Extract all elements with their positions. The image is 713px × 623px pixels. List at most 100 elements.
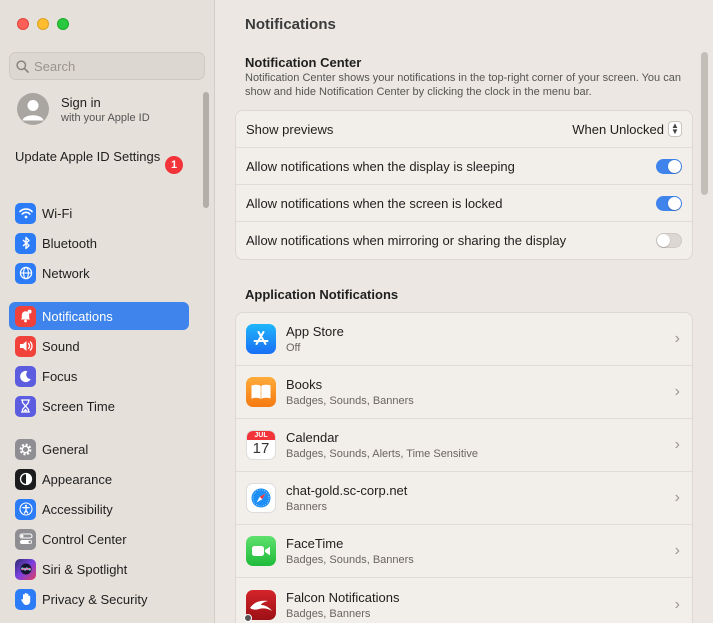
books-icon	[246, 377, 276, 407]
sidebar-item-focus[interactable]: Focus	[9, 362, 189, 390]
screen-locked-row: Allow notifications when the screen is l…	[236, 185, 692, 222]
sidebar-item-general[interactable]: General	[9, 435, 189, 463]
sidebar-item-siri-spotlight[interactable]: Siri & Spotlight	[9, 555, 189, 583]
sidebar-item-label: Focus	[42, 368, 78, 384]
close-window-button[interactable]	[17, 18, 29, 30]
app-name: chat-gold.sc-corp.net	[286, 483, 408, 498]
update-apple-id-settings[interactable]: Update Apple ID Settings	[15, 149, 190, 165]
sidebar-item-label: Bluetooth	[42, 235, 97, 251]
app-row-app-store[interactable]: App Store Off ›	[236, 313, 692, 366]
app-row-books[interactable]: Books Badges, Sounds, Banners ›	[236, 366, 692, 419]
sidebar-item-label: Sound	[42, 338, 80, 354]
page-title: Notifications	[245, 16, 336, 33]
sidebar-item-accessibility[interactable]: Accessibility	[9, 495, 189, 523]
sidebar-item-control-center[interactable]: Control Center	[9, 525, 189, 553]
screen-locked-toggle[interactable]	[656, 195, 682, 211]
minimize-window-button[interactable]	[37, 18, 49, 30]
app-detail: Off	[286, 342, 301, 354]
app-detail: Badges, Sounds, Banners	[286, 395, 414, 407]
mirroring-label: Allow notifications when mirroring or sh…	[246, 233, 567, 248]
notification-count-badge: 1	[165, 156, 183, 174]
sidebar-item-bluetooth[interactable]: Bluetooth	[9, 229, 189, 257]
search-input[interactable]	[34, 58, 184, 74]
bluetooth-icon	[15, 232, 36, 254]
sidebar-item-privacy-security[interactable]: Privacy & Security	[9, 585, 189, 613]
sidebar-item-label: Privacy & Security	[42, 591, 148, 607]
mirroring-row: Allow notifications when mirroring or sh…	[236, 222, 692, 259]
gear-icon	[15, 438, 36, 460]
appearance-icon	[15, 468, 36, 490]
chevron-right-icon: ›	[674, 542, 680, 559]
sidebar-item-label: Siri & Spotlight	[42, 561, 128, 577]
wifi-icon	[15, 202, 36, 224]
display-sleeping-row: Allow notifications when the display is …	[236, 148, 692, 185]
zoom-window-button[interactable]	[57, 18, 69, 30]
sidebar-item-label: Accessibility	[42, 501, 113, 517]
app-row-facetime[interactable]: FaceTime Badges, Sounds, Banners ›	[236, 525, 692, 578]
avatar	[17, 93, 49, 125]
app-row-falcon-notifications[interactable]: Falcon Notifications Badges, Banners ›	[236, 578, 692, 623]
sidebar-item-notifications[interactable]: Notifications	[9, 302, 189, 330]
mirroring-toggle[interactable]	[656, 233, 682, 248]
show-previews-label: Show previews	[246, 121, 334, 137]
sidebar-item-screen-time[interactable]: Screen Time	[9, 392, 189, 420]
sidebar-item-label: Control Center	[42, 531, 127, 547]
accessibility-icon	[15, 498, 36, 520]
bell-icon	[15, 305, 36, 327]
search-icon	[16, 59, 29, 73]
main-pane: Notifications Notification Center Notifi…	[216, 0, 713, 623]
main-scrollbar[interactable]	[701, 52, 708, 195]
show-previews-value: When Unlocked	[572, 121, 664, 137]
sidebar-scrollbar[interactable]	[203, 92, 209, 208]
calendar-day: 17	[252, 440, 270, 457]
siri-icon	[15, 558, 36, 580]
show-previews-row: Show previews When Unlocked ▲ ▼	[236, 111, 692, 148]
search-field[interactable]	[9, 52, 205, 80]
sidebar: Sign in with your Apple ID Update Apple …	[0, 0, 215, 623]
calendar-month: JUL	[247, 431, 275, 440]
sidebar-item-wifi[interactable]: Wi-Fi	[9, 199, 189, 227]
sidebar-item-sound[interactable]: Sound	[9, 332, 189, 360]
app-row-calendar[interactable]: JUL 17 Calendar Badges, Sounds, Alerts, …	[236, 419, 692, 472]
display-sleeping-toggle[interactable]	[656, 158, 682, 174]
chevron-right-icon: ›	[674, 489, 680, 506]
control-center-icon	[15, 528, 36, 550]
hourglass-icon	[15, 395, 36, 417]
falcon-icon	[244, 589, 276, 622]
signin-title: Sign in	[61, 94, 101, 110]
app-detail: Banners	[286, 501, 327, 513]
chevron-right-icon: ›	[674, 595, 680, 613]
application-list: App Store Off › Books Badges, Sounds, Ba…	[235, 312, 693, 623]
globe-icon	[15, 262, 36, 284]
sidebar-item-network[interactable]: Network	[9, 259, 189, 287]
notification-center-description: Notification Center shows your notificat…	[245, 72, 681, 98]
show-previews-popup[interactable]: When Unlocked ▲ ▼	[572, 121, 682, 137]
app-detail: Badges, Sounds, Alerts, Time Sensitive	[286, 448, 478, 460]
app-row-chat-gold[interactable]: chat-gold.sc-corp.net Banners ›	[236, 472, 692, 525]
signin-subtitle: with your Apple ID	[61, 111, 150, 124]
app-name: Falcon Notifications	[286, 589, 400, 605]
safari-icon	[246, 483, 276, 513]
facetime-icon	[246, 536, 276, 566]
sidebar-item-label: Wi-Fi	[42, 205, 73, 221]
apple-id-signin[interactable]: Sign in with your Apple ID	[17, 93, 150, 125]
moon-icon	[15, 365, 36, 387]
hand-icon	[15, 588, 36, 610]
sidebar-item-label: Screen Time	[42, 398, 115, 414]
chevron-right-icon: ›	[674, 330, 680, 347]
chevron-up-down-icon: ▲ ▼	[668, 121, 682, 137]
notification-center-heading: Notification Center	[245, 55, 362, 70]
sidebar-item-label: Notifications	[42, 308, 113, 324]
sidebar-item-appearance[interactable]: Appearance	[9, 465, 189, 493]
chevron-right-icon: ›	[674, 436, 680, 453]
sidebar-item-label: General	[42, 441, 89, 457]
app-store-icon	[246, 324, 276, 354]
app-name: App Store	[286, 324, 344, 339]
sidebar-item-label: Network	[42, 265, 90, 281]
speaker-icon	[15, 335, 36, 357]
sidebar-item-label: Appearance	[42, 471, 113, 487]
chevron-right-icon: ›	[674, 383, 680, 400]
app-name: Calendar	[286, 430, 339, 445]
app-name: FaceTime	[286, 536, 344, 551]
screen-locked-label: Allow notifications when the screen is l…	[246, 195, 503, 211]
